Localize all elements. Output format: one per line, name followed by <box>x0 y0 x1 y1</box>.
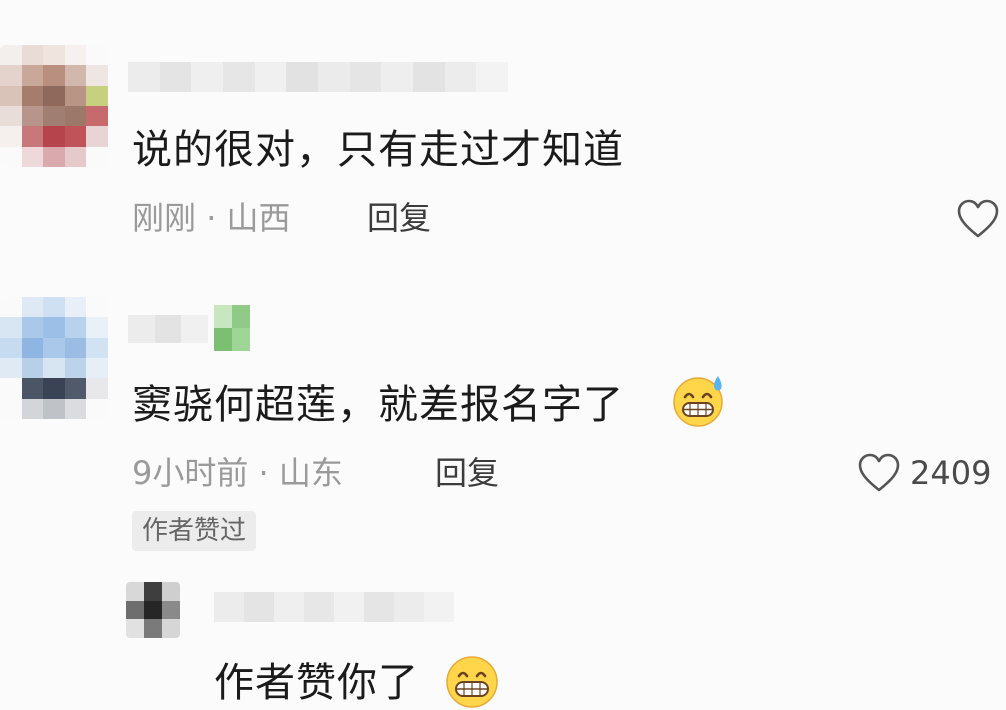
username-blurred[interactable] <box>214 592 454 622</box>
comment-location: 山东 <box>278 454 343 492</box>
heart-outline-icon[interactable] <box>857 453 901 493</box>
avatar[interactable] <box>0 297 108 419</box>
reply-button[interactable]: 回复 <box>435 457 499 489</box>
reply-button[interactable]: 回复 <box>367 202 431 234</box>
author-liked-badge: 作者赞过 <box>132 511 257 551</box>
emoji-grin <box>446 656 498 708</box>
comment-time: 刚刚 <box>132 199 197 237</box>
avatar[interactable] <box>126 582 180 638</box>
comment-text: 说的很对，只有走过才知道 <box>132 127 624 173</box>
comment-meta: 刚刚 · 山西 <box>132 202 291 234</box>
comment-text-content: 窦骁何超莲，就差报名字了 <box>132 382 624 428</box>
like-count: 2409 <box>910 454 992 492</box>
user-level-badge <box>214 305 250 351</box>
emoji-grin-sweat <box>673 376 723 427</box>
comment-meta: 9小时前 · 山东 <box>132 457 343 489</box>
avatar[interactable] <box>0 45 108 167</box>
username-blurred[interactable] <box>128 315 208 343</box>
meta-separator: · <box>206 199 217 237</box>
sub-reply-text: 作者赞你了 <box>214 660 419 706</box>
comment-location: 山西 <box>226 199 291 237</box>
heart-outline-icon[interactable] <box>956 199 1000 239</box>
meta-separator: · <box>258 454 269 492</box>
comment-time: 9小时前 <box>132 454 249 492</box>
username-blurred[interactable] <box>128 62 508 92</box>
comment-text: 窦骁何超莲，就差报名字了 <box>132 385 624 425</box>
